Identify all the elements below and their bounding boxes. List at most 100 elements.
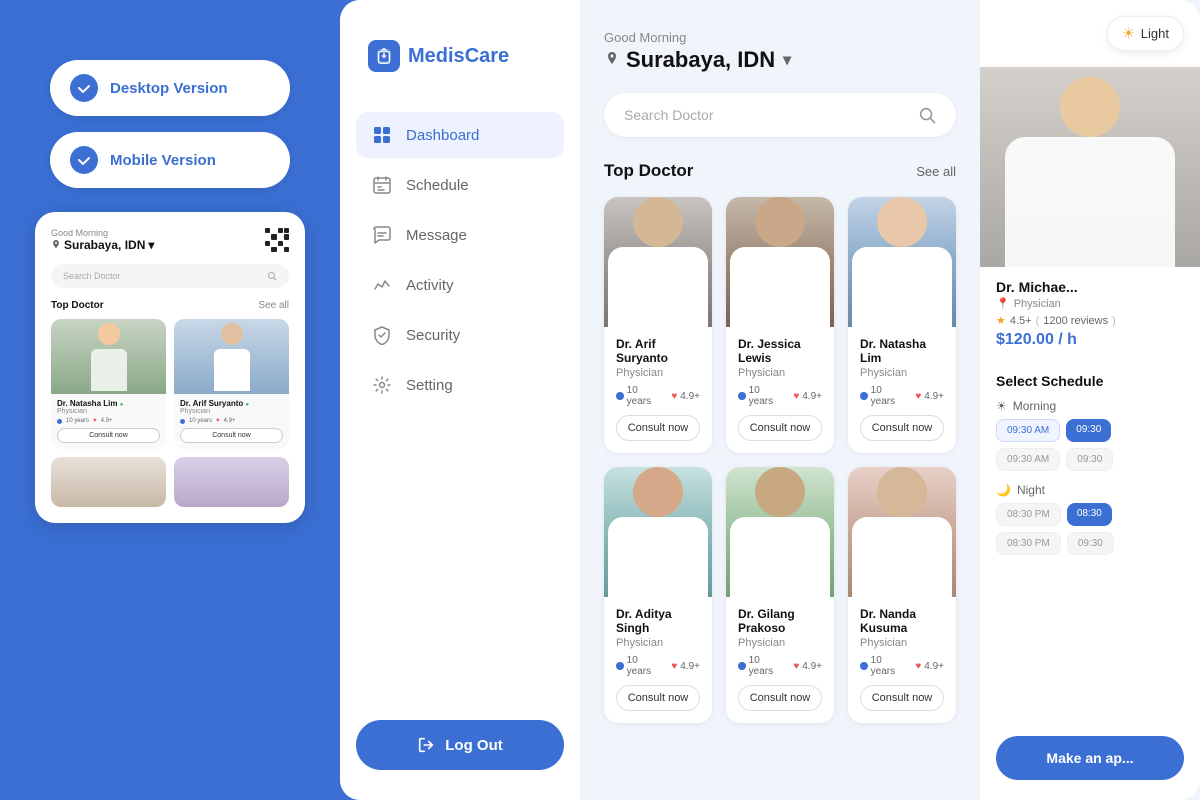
consult-btn-jessica[interactable]: Consult now: [738, 415, 822, 441]
doctor-spec-gilang: Physician: [738, 637, 822, 649]
morning-slot-1[interactable]: 09:30 AM: [996, 419, 1060, 442]
doctor-image-arif: [604, 197, 712, 327]
morning-slot-3[interactable]: 09:30 AM: [996, 448, 1060, 471]
morning-slot-4[interactable]: 09:30: [1066, 448, 1113, 471]
doctor-spec-natasha: Physician: [860, 367, 944, 379]
mp-consult-btn-2[interactable]: Consult now: [180, 428, 283, 443]
doctor-info-aditya: Dr. Aditya Singh Physician 10 years ♥4.9…: [604, 597, 712, 723]
doctor-meta-nanda: 10 years ♥4.9+: [860, 655, 944, 677]
content-header: Good Morning Surabaya, IDN ▾: [604, 30, 956, 73]
location-text: Surabaya, IDN: [626, 47, 775, 73]
see-all-link[interactable]: See all: [916, 164, 956, 179]
doctor-card-aditya: Dr. Aditya Singh Physician 10 years ♥4.9…: [604, 467, 712, 723]
sidebar-item-message[interactable]: Message: [356, 212, 564, 258]
night-time-slots: 08:30 PM 08:30: [996, 503, 1184, 526]
mobile-preview: Good Morning Surabaya, IDN ▾ Search Doct…: [35, 212, 305, 523]
mobile-version-button[interactable]: Mobile Version: [50, 132, 290, 188]
sidebar-item-schedule[interactable]: Schedule: [356, 162, 564, 208]
night-slot-4[interactable]: 09:30: [1067, 532, 1114, 555]
location-row: Surabaya, IDN ▾: [604, 47, 956, 73]
sidebar-security-label: Security: [406, 327, 460, 344]
doctor-info-arif: Dr. Arif Suryanto Physician 10 years ♥4.…: [604, 327, 712, 453]
sun-icon: ☀: [1122, 25, 1135, 42]
night-slot-3[interactable]: 08:30 PM: [996, 532, 1061, 555]
check-icon-mobile: [70, 146, 98, 174]
greeting-text: Good Morning: [604, 30, 956, 45]
mp-doctor-card-1: Dr. Natasha Lim ● Physician 10 years ♥ 4…: [51, 319, 166, 449]
make-appointment-label: Make an ap...: [1046, 750, 1133, 766]
sidebar-item-dashboard[interactable]: Dashboard: [356, 112, 564, 158]
mp-doctor-card-3: [51, 457, 166, 507]
doctor-name-arif: Dr. Arif Suryanto: [616, 337, 700, 365]
doctor-meta-arif: 10 years ♥4.9+: [616, 385, 700, 407]
featured-doctor-name: Dr. Michae...: [996, 279, 1184, 295]
sidebar-item-activity[interactable]: Activity: [356, 262, 564, 308]
doctor-meta-jessica: 10 years ♥4.9+: [738, 385, 822, 407]
mp-search-placeholder: Search Doctor: [63, 271, 121, 281]
consult-btn-nanda[interactable]: Consult now: [860, 685, 944, 711]
featured-doctor-spec: 📍 Physician: [996, 297, 1184, 310]
logout-label: Log Out: [445, 737, 502, 754]
mp-greeting: Good Morning: [51, 228, 154, 238]
sidebar-item-setting[interactable]: Setting: [356, 362, 564, 408]
sidebar-schedule-label: Schedule: [406, 177, 469, 194]
doctor-image-gilang: [726, 467, 834, 597]
doctor-spec-nanda: Physician: [860, 637, 944, 649]
morning-time-slots: 09:30 AM 09:30: [996, 419, 1184, 442]
mp-doctor-name-1: Dr. Natasha Lim ●: [57, 399, 160, 408]
sidebar-dashboard-label: Dashboard: [406, 127, 479, 144]
doctor-image-jessica: [726, 197, 834, 327]
doctor-meta-natasha: 10 years ♥4.9+: [860, 385, 944, 407]
sidebar: MedisCare Dashboard: [340, 0, 580, 800]
doctor-card-nanda: Dr. Nanda Kusuma Physician 10 years ♥4.9…: [848, 467, 956, 723]
mp-location-text: Surabaya, IDN: [64, 238, 145, 252]
night-slot-2[interactable]: 08:30: [1067, 503, 1112, 526]
doctor-name-jessica: Dr. Jessica Lewis: [738, 337, 822, 365]
logo-icon: [368, 40, 400, 72]
logo-text: MedisCare: [408, 45, 509, 68]
doctor-image-natasha: [848, 197, 956, 327]
logout-button[interactable]: Log Out: [356, 720, 564, 770]
mp-doctor-name-2: Dr. Arif Suryanto ●: [180, 399, 283, 408]
night-label: 🌙 Night: [996, 483, 1184, 497]
light-mode-toggle[interactable]: ☀ Light: [1107, 16, 1184, 51]
sidebar-logout-section: Log Out: [356, 720, 564, 770]
mp-location: Surabaya, IDN ▾: [51, 238, 154, 252]
top-doctor-section-header: Top Doctor See all: [604, 161, 956, 181]
consult-btn-natasha[interactable]: Consult now: [860, 415, 944, 441]
consult-btn-arif[interactable]: Consult now: [616, 415, 700, 441]
sidebar-item-security[interactable]: Security: [356, 312, 564, 358]
doctor-name-aditya: Dr. Aditya Singh: [616, 607, 700, 635]
content-area: Good Morning Surabaya, IDN ▾ Search Doct…: [580, 0, 1200, 800]
night-period: 🌙 Night 08:30 PM 08:30 08:30 PM 09:30: [996, 483, 1184, 555]
mp-doctor-spec-2: Physician: [180, 408, 283, 415]
consult-btn-aditya[interactable]: Consult now: [616, 685, 700, 711]
search-placeholder: Search Doctor: [624, 107, 713, 123]
featured-doctor-rating: ★ 4.5+ (1200 reviews): [996, 314, 1184, 327]
left-panel: Desktop Version Mobile Version Good Morn…: [0, 0, 340, 800]
doctor-image-nanda: [848, 467, 956, 597]
location-chevron[interactable]: ▾: [783, 50, 791, 70]
mp-consult-btn-1[interactable]: Consult now: [57, 428, 160, 443]
doctor-card-jessica: Dr. Jessica Lewis Physician 10 years ♥4.…: [726, 197, 834, 453]
doctor-card-natasha: Dr. Natasha Lim Physician 10 years ♥4.9+…: [848, 197, 956, 453]
night-slot-1[interactable]: 08:30 PM: [996, 503, 1061, 526]
morning-slot-2[interactable]: 09:30: [1066, 419, 1111, 442]
star-icon: ★: [996, 314, 1006, 327]
mp-doctor-spec-1: Physician: [57, 408, 160, 415]
mobile-version-label: Mobile Version: [110, 152, 216, 169]
mp-search-bar[interactable]: Search Doctor: [51, 264, 289, 288]
consult-btn-gilang[interactable]: Consult now: [738, 685, 822, 711]
morning-time-slots-row2: 09:30 AM 09:30: [996, 448, 1184, 471]
schedule-title: Select Schedule: [996, 373, 1184, 389]
search-bar[interactable]: Search Doctor: [604, 93, 956, 137]
sidebar-setting-label: Setting: [406, 377, 453, 394]
right-panel: ☀ Light Dr. Michae... 📍 Physician: [980, 0, 1200, 800]
mp-see-all[interactable]: See all: [258, 300, 289, 311]
make-appointment-button[interactable]: Make an ap...: [996, 736, 1184, 780]
doctor-spec-arif: Physician: [616, 367, 700, 379]
desktop-version-button[interactable]: Desktop Version: [50, 60, 290, 116]
doctor-card-arif: Dr. Arif Suryanto Physician 10 years ♥4.…: [604, 197, 712, 453]
desktop-version-label: Desktop Version: [110, 80, 228, 97]
mp-doctor-meta-2: 10 years ♥ 4.9+: [180, 418, 283, 424]
